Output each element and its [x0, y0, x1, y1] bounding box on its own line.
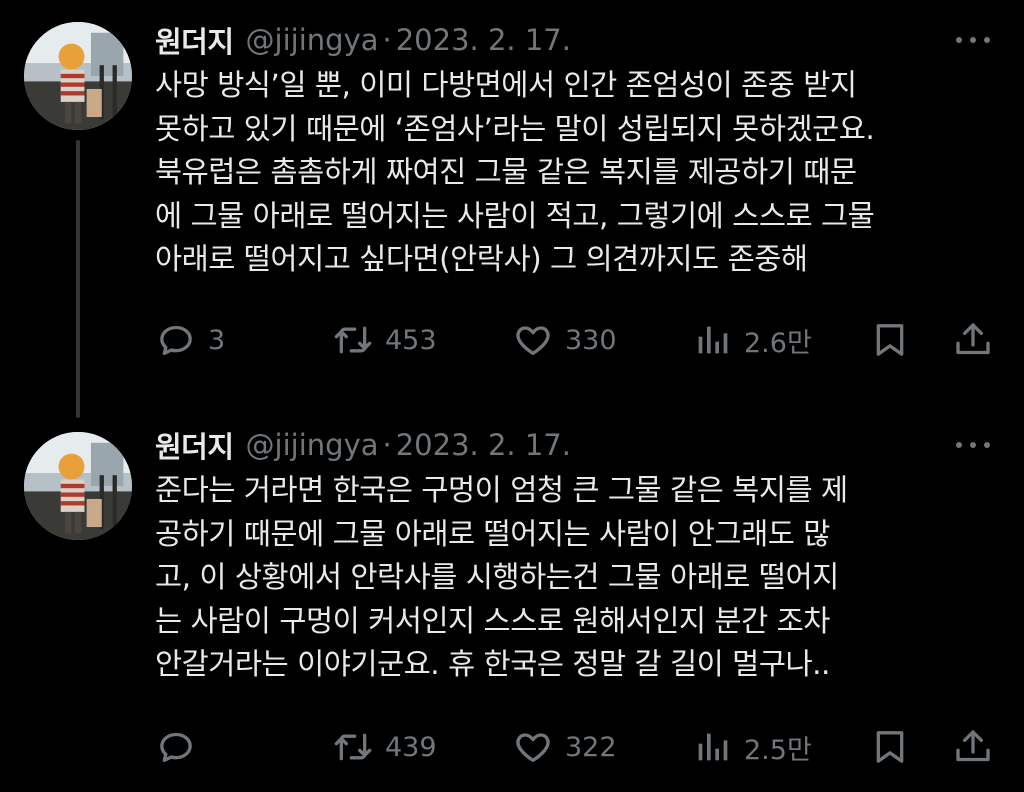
- header-separator: ·: [382, 23, 392, 57]
- tweet-text-line: 에 그물 아래로 떨어지는 사람이 적고, 그렇기에 스스로 그물: [155, 198, 875, 233]
- retweet-button[interactable]: 439: [333, 725, 437, 769]
- tweet-text-line: 사망 방식’일 뿐, 이미 다방면에서 인간 존엄성이 존중 받지: [155, 68, 857, 102]
- tweet-text-line: 고, 이 상황에서 안락사를 시행하는건 그물 아래로 떨어지: [155, 560, 839, 594]
- avatar[interactable]: [24, 22, 132, 130]
- tweet-header: 원더지 @jijingya · 2023. 2. 17.: [155, 20, 571, 60]
- tweet-text-line: 준다는 거라면 한국은 구멍이 엄청 큰 그물 같은 복지를 제: [155, 473, 848, 507]
- heart-icon: [516, 326, 550, 355]
- thread-connector-line: [76, 140, 80, 418]
- timeline-feed: 원더지 @jijingya · 2023. 2. 17. 사망 방식’일 뿐, …: [0, 0, 1024, 792]
- share-button[interactable]: [953, 318, 993, 362]
- avatar-photo: [24, 22, 132, 130]
- more-horizontal-icon[interactable]: [956, 441, 990, 449]
- bookmark-button[interactable]: [870, 318, 910, 362]
- like-button[interactable]: 330: [513, 318, 617, 362]
- tweet-text-line: 아래로 떨어지고 싶다면(안락사) 그 의견까지도 존중해: [155, 242, 808, 276]
- bookmark-button[interactable]: [870, 725, 910, 769]
- retweet-count: 439: [385, 731, 437, 763]
- tweet-date[interactable]: 2023. 2. 17.: [396, 23, 571, 57]
- tweet-text-line: 안갈거라는 이야기군요. 휴 한국은 정말 갈 길이 멀구나..: [155, 647, 830, 681]
- views-bar-chart-icon: [698, 326, 728, 354]
- like-button[interactable]: 322: [513, 725, 617, 769]
- author-handle[interactable]: @jijingya: [246, 428, 379, 462]
- views-button[interactable]: 2.6만: [692, 318, 812, 362]
- tweet-text-line: 못하고 있기 때문에 ‘존엄사’라는 말이 성립되지 못하겠군요.: [155, 111, 875, 146]
- tweet-text: 준다는 거라면 한국은 구멍이 엄청 큰 그물 같은 복지를 제 공하기 때문에…: [155, 469, 1005, 687]
- tweet-text-line: 북유럽은 촘촘하게 짜여진 그물 같은 복지를 제공하기 때문: [155, 155, 857, 189]
- reply-button[interactable]: [156, 725, 208, 769]
- author-name[interactable]: 원더지: [155, 424, 234, 466]
- tweet-text-line: 는 사람이 구멍이 커서인지 스스로 원해서인지 분간 조차: [155, 603, 830, 638]
- tweet[interactable]: 원더지 @jijingya · 2023. 2. 17. 준다는 거라면 한국은…: [0, 405, 1024, 792]
- author-name[interactable]: 원더지: [155, 19, 234, 61]
- tweet-header: 원더지 @jijingya · 2023. 2. 17.: [155, 425, 571, 465]
- tweet-text: 사망 방식’일 뿐, 이미 다방면에서 인간 존엄성이 존중 받지 못하고 있기…: [155, 64, 1005, 282]
- avatar-photo: [24, 432, 132, 540]
- tweet[interactable]: 원더지 @jijingya · 2023. 2. 17. 사망 방식’일 뿐, …: [0, 0, 1024, 418]
- like-count: 322: [565, 731, 617, 763]
- header-separator: ·: [382, 428, 392, 462]
- bookmark-icon: [876, 324, 904, 356]
- reply-icon: [160, 325, 192, 355]
- tweet-actions-bar: 439 322 2.5만: [0, 725, 1024, 769]
- reply-count: 3: [208, 324, 226, 356]
- tweet-text-line: 공하기 때문에 그물 아래로 떨어지는 사람이 안그래도 많: [155, 516, 830, 551]
- share-icon: [956, 323, 990, 355]
- retweet-icon: [334, 326, 372, 354]
- retweet-icon: [334, 733, 372, 761]
- avatar[interactable]: [24, 432, 132, 540]
- views-bar-chart-icon: [698, 733, 728, 761]
- views-button[interactable]: 2.5만: [692, 725, 812, 769]
- bookmark-icon: [876, 731, 904, 763]
- tweet-date[interactable]: 2023. 2. 17.: [396, 428, 571, 462]
- heart-icon: [516, 733, 550, 762]
- retweet-count: 453: [385, 324, 437, 356]
- view-count: 2.5만: [744, 734, 812, 766]
- share-icon: [956, 730, 990, 762]
- reply-icon: [160, 732, 192, 762]
- author-handle[interactable]: @jijingya: [246, 23, 379, 57]
- retweet-button[interactable]: 453: [333, 318, 437, 362]
- share-button[interactable]: [953, 725, 993, 769]
- like-count: 330: [565, 324, 617, 356]
- tweet-actions-bar: 3 453 330 2.6만: [0, 318, 1024, 362]
- view-count: 2.6만: [744, 327, 812, 359]
- reply-button[interactable]: 3: [156, 318, 225, 362]
- more-horizontal-icon[interactable]: [956, 36, 990, 44]
